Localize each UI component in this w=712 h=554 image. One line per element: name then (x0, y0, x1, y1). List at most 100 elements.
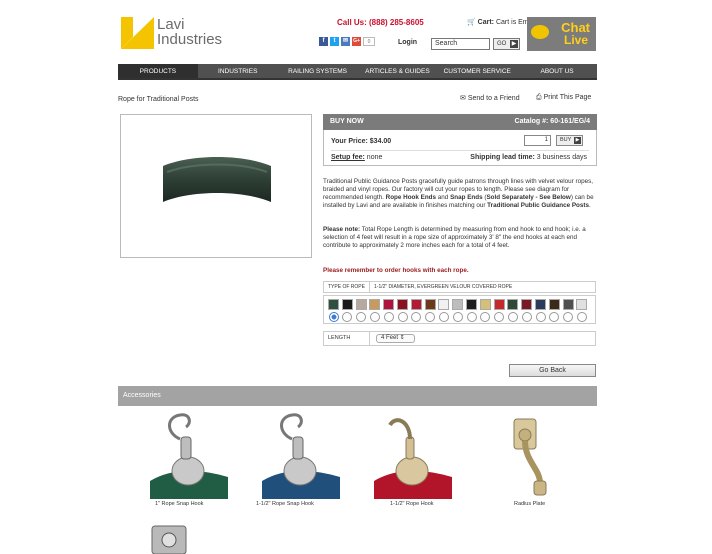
buy-now-header: BUY NOW Catalog #: 60-161/EG/4 (323, 114, 597, 130)
desc-bold: Sold Separately - See Below (486, 194, 571, 201)
note-label: Please note: (323, 226, 361, 233)
color-swatch[interactable] (452, 299, 464, 310)
color-swatch[interactable] (397, 299, 408, 310)
logo-line1: Lavi (157, 16, 185, 33)
accessory-caption[interactable]: 1-1/2" Rope Hook (390, 501, 434, 507)
color-swatch[interactable] (369, 299, 381, 310)
setup-fee-value: none (366, 154, 383, 161)
color-radio[interactable] (576, 312, 587, 322)
google-plus-icon[interactable]: G+ (352, 37, 361, 46)
shipping-lead-time: Shipping lead time: 3 business days (470, 154, 587, 161)
color-radio[interactable] (521, 312, 532, 322)
color-swatch[interactable] (535, 299, 546, 310)
accessory-rope-hook-1-5in[interactable] (374, 411, 454, 499)
color-swatch[interactable] (466, 299, 477, 310)
color-swatch[interactable] (493, 299, 505, 310)
live-chat-button[interactable]: Chat Live (527, 17, 596, 51)
nav-products[interactable]: PRODUCTS (118, 64, 198, 78)
accessory-radius-plate[interactable] (496, 411, 576, 499)
twitter-icon[interactable]: t (330, 37, 339, 46)
cart-label: Cart: (477, 19, 495, 26)
quantity-input[interactable]: 1 (524, 135, 551, 146)
buy-button[interactable]: BUY ▶ (556, 135, 583, 146)
price-value: $34.00 (369, 138, 392, 145)
printer-icon: ⎙ (536, 94, 542, 101)
color-radio[interactable] (452, 312, 463, 322)
desc-text: and (436, 194, 451, 201)
catalog-number: Catalog #: 60-161/EG/4 (514, 118, 590, 125)
color-swatch[interactable] (562, 299, 574, 310)
color-radio[interactable] (383, 312, 394, 322)
color-radio[interactable] (563, 312, 574, 322)
color-swatch[interactable] (479, 299, 491, 310)
rope-type-row: TYPE OF ROPE 1-1/2" DIAMETER, EVERGREEN … (323, 281, 596, 293)
email-icon[interactable]: ✉ (341, 37, 350, 46)
color-radio[interactable] (438, 312, 449, 322)
color-radio[interactable] (466, 312, 477, 322)
buy-now-body: Your Price: $34.00 1 BUY ▶ Setup fee: no… (323, 130, 597, 166)
color-swatch[interactable] (424, 299, 436, 310)
length-value: 4 Feet (381, 335, 399, 341)
color-radio[interactable] (328, 312, 339, 322)
color-swatch[interactable] (383, 299, 395, 310)
color-radio[interactable] (549, 312, 560, 322)
divider (331, 150, 589, 151)
accessory-caption[interactable]: Radius Plate (514, 501, 545, 507)
length-select[interactable]: 4 Feet ⇕ (376, 334, 415, 343)
color-swatch[interactable] (438, 299, 450, 310)
share-count: 0 (363, 37, 375, 46)
nav-articles-guides[interactable]: ARTICLES & GUIDES (357, 64, 437, 78)
color-swatch[interactable] (341, 299, 353, 310)
login-link[interactable]: Login (398, 39, 417, 46)
go-back-button[interactable]: Go Back (509, 364, 596, 377)
color-radio[interactable] (480, 312, 491, 322)
color-radio[interactable] (535, 312, 546, 322)
color-swatch[interactable] (521, 299, 533, 310)
color-radio[interactable] (356, 312, 367, 322)
color-radio[interactable] (411, 312, 422, 322)
setup-fee-link[interactable]: Setup fee: (331, 154, 365, 161)
print-page-link[interactable]: ⎙ Print This Page (536, 94, 591, 102)
rope-type-label: TYPE OF ROPE (324, 282, 370, 292)
nav-customer-service[interactable]: CUSTOMER SERVICE (437, 64, 517, 78)
color-swatch[interactable] (576, 299, 588, 310)
color-radio[interactable] (494, 312, 505, 322)
color-swatch[interactable] (328, 299, 339, 310)
rope-image (163, 157, 271, 202)
product-image[interactable] (120, 114, 312, 258)
accessory-caption[interactable]: 1" Rope Snap Hook (155, 501, 203, 507)
nav-about-us[interactable]: ABOUT US (517, 64, 597, 78)
color-swatch[interactable] (410, 299, 422, 310)
phone-number[interactable]: Call Us: (888) 285-8605 (337, 18, 424, 27)
accessory-snap-hook-1in[interactable] (150, 411, 230, 499)
desc-bold: Snap Ends (450, 194, 483, 201)
price: Your Price: $34.00 (331, 138, 391, 145)
color-radio[interactable] (507, 312, 518, 322)
search-input[interactable]: Search (431, 38, 490, 50)
live-label: Live (563, 33, 588, 47)
hook-reminder: Please remember to order hooks with each… (323, 267, 469, 274)
color-radio[interactable] (369, 312, 380, 322)
accessory-snap-hook-1-5in[interactable] (262, 411, 342, 499)
color-swatch-grid (323, 295, 596, 324)
page-title: Rope for Traditional Posts (118, 96, 199, 103)
arrow-right-icon: ▶ (574, 137, 581, 144)
color-radio[interactable] (425, 312, 436, 322)
lavi-logo-mark[interactable] (121, 17, 154, 49)
length-note: Please note: Total Rope Length is determ… (323, 226, 599, 250)
social-links: f t ✉ G+ 0 (319, 37, 375, 46)
color-swatch[interactable] (507, 299, 519, 310)
color-radio[interactable] (397, 312, 408, 322)
search-go-button[interactable]: GO ▶ (493, 38, 520, 50)
color-swatch[interactable] (355, 299, 367, 310)
nav-industries[interactable]: INDUSTRIES (198, 64, 278, 78)
logo-text[interactable]: Lavi Industries (157, 17, 222, 47)
accessory-chrome-plate[interactable] (150, 518, 230, 554)
accessories-header: Accessories (118, 386, 597, 406)
facebook-icon[interactable]: f (319, 37, 328, 46)
color-radio[interactable] (342, 312, 353, 322)
nav-railing-systems[interactable]: RAILING SYSTEMS (278, 64, 358, 78)
send-to-friend-link[interactable]: ✉ Send to a Friend (460, 94, 520, 102)
accessory-caption[interactable]: 1-1/2" Rope Snap Hook (256, 501, 314, 507)
color-swatch[interactable] (548, 299, 560, 310)
